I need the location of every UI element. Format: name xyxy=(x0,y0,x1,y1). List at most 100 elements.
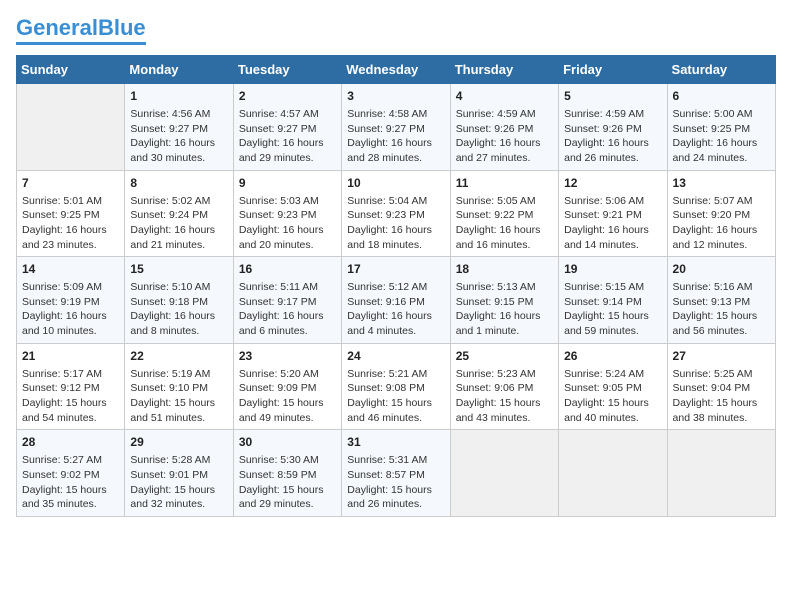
day-header-friday: Friday xyxy=(559,56,667,84)
calendar-cell: 28 Sunrise: 5:27 AM Sunset: 9:02 PM Dayli… xyxy=(17,430,125,517)
calendar-cell: 21 Sunrise: 5:17 AM Sunset: 9:12 PM Dayli… xyxy=(17,343,125,430)
calendar-cell: 24Sunrise: 5:21 AM Sunset: 9:08 PM Dayli… xyxy=(342,343,450,430)
calendar-cell: 16 Sunrise: 5:11 AM Sunset: 9:17 PM Dayli… xyxy=(233,257,341,344)
logo-text: GeneralBlue xyxy=(16,16,146,40)
day-number: 4 xyxy=(456,88,553,105)
day-content: Sunrise: 4:59 AM Sunset: 9:26 PM Dayligh… xyxy=(456,107,553,166)
calendar-week-2: 7 Sunrise: 5:01 AM Sunset: 9:25 PM Daylig… xyxy=(17,170,776,257)
calendar-cell: 7 Sunrise: 5:01 AM Sunset: 9:25 PM Daylig… xyxy=(17,170,125,257)
logo-blue: Blue xyxy=(98,15,146,40)
day-content: Sunrise: 5:10 AM Sunset: 9:18 PM Dayligh… xyxy=(130,280,227,339)
calendar-cell: 1 Sunrise: 4:56 AM Sunset: 9:27 PM Daylig… xyxy=(125,84,233,171)
day-number: 29 xyxy=(130,434,227,451)
calendar-cell xyxy=(17,84,125,171)
calendar-cell: 19Sunrise: 5:15 AM Sunset: 9:14 PM Dayli… xyxy=(559,257,667,344)
day-content: Sunrise: 5:13 AM Sunset: 9:15 PM Dayligh… xyxy=(456,280,553,339)
day-content: Sunrise: 5:15 AM Sunset: 9:14 PM Dayligh… xyxy=(564,280,661,339)
calendar-cell xyxy=(450,430,558,517)
calendar-cell: 30 Sunrise: 5:30 AM Sunset: 8:59 PM Dayli… xyxy=(233,430,341,517)
day-content: Sunrise: 5:30 AM Sunset: 8:59 PM Dayligh… xyxy=(239,453,336,512)
calendar-cell: 12 Sunrise: 5:06 AM Sunset: 9:21 PM Dayli… xyxy=(559,170,667,257)
day-number: 11 xyxy=(456,175,553,192)
day-content: Sunrise: 5:19 AM Sunset: 9:10 PM Dayligh… xyxy=(130,367,227,426)
calendar-cell: 22 Sunrise: 5:19 AM Sunset: 9:10 PM Dayli… xyxy=(125,343,233,430)
day-number: 18 xyxy=(456,261,553,278)
day-content: Sunrise: 5:11 AM Sunset: 9:17 PM Dayligh… xyxy=(239,280,336,339)
day-number: 1 xyxy=(130,88,227,105)
calendar-cell: 2 Sunrise: 4:57 AM Sunset: 9:27 PM Daylig… xyxy=(233,84,341,171)
day-content: Sunrise: 4:59 AM Sunset: 9:26 PM Dayligh… xyxy=(564,107,661,166)
logo-underline xyxy=(16,42,146,45)
day-content: Sunrise: 5:07 AM Sunset: 9:20 PM Dayligh… xyxy=(673,194,770,253)
day-number: 14 xyxy=(22,261,119,278)
day-number: 17 xyxy=(347,261,444,278)
calendar-table: SundayMondayTuesdayWednesdayThursdayFrid… xyxy=(16,55,776,517)
day-number: 13 xyxy=(673,175,770,192)
day-number: 12 xyxy=(564,175,661,192)
day-number: 16 xyxy=(239,261,336,278)
day-content: Sunrise: 5:03 AM Sunset: 9:23 PM Dayligh… xyxy=(239,194,336,253)
calendar-cell: 18 Sunrise: 5:13 AM Sunset: 9:15 PM Dayli… xyxy=(450,257,558,344)
day-number: 23 xyxy=(239,348,336,365)
day-content: Sunrise: 5:00 AM Sunset: 9:25 PM Dayligh… xyxy=(673,107,770,166)
calendar-cell: 5 Sunrise: 4:59 AM Sunset: 9:26 PM Daylig… xyxy=(559,84,667,171)
calendar-cell: 6 Sunrise: 5:00 AM Sunset: 9:25 PM Daylig… xyxy=(667,84,775,171)
day-content: Sunrise: 4:58 AM Sunset: 9:27 PM Dayligh… xyxy=(347,107,444,166)
day-number: 20 xyxy=(673,261,770,278)
day-number: 5 xyxy=(564,88,661,105)
logo: GeneralBlue xyxy=(16,16,146,45)
day-number: 9 xyxy=(239,175,336,192)
day-header-row: SundayMondayTuesdayWednesdayThursdayFrid… xyxy=(17,56,776,84)
day-content: Sunrise: 5:04 AM Sunset: 9:23 PM Dayligh… xyxy=(347,194,444,253)
day-content: Sunrise: 5:27 AM Sunset: 9:02 PM Dayligh… xyxy=(22,453,119,512)
day-header-monday: Monday xyxy=(125,56,233,84)
day-number: 7 xyxy=(22,175,119,192)
day-content: Sunrise: 5:25 AM Sunset: 9:04 PM Dayligh… xyxy=(673,367,770,426)
day-number: 28 xyxy=(22,434,119,451)
calendar-cell: 11Sunrise: 5:05 AM Sunset: 9:22 PM Dayli… xyxy=(450,170,558,257)
calendar-cell: 25 Sunrise: 5:23 AM Sunset: 9:06 PM Dayli… xyxy=(450,343,558,430)
day-content: Sunrise: 5:31 AM Sunset: 8:57 PM Dayligh… xyxy=(347,453,444,512)
calendar-cell: 31Sunrise: 5:31 AM Sunset: 8:57 PM Dayli… xyxy=(342,430,450,517)
day-number: 27 xyxy=(673,348,770,365)
calendar-week-3: 14Sunrise: 5:09 AM Sunset: 9:19 PM Dayli… xyxy=(17,257,776,344)
day-number: 10 xyxy=(347,175,444,192)
day-number: 25 xyxy=(456,348,553,365)
calendar-body: 1 Sunrise: 4:56 AM Sunset: 9:27 PM Daylig… xyxy=(17,84,776,517)
day-number: 2 xyxy=(239,88,336,105)
logo-general: General xyxy=(16,15,98,40)
day-content: Sunrise: 5:01 AM Sunset: 9:25 PM Dayligh… xyxy=(22,194,119,253)
calendar-cell: 3 Sunrise: 4:58 AM Sunset: 9:27 PM Daylig… xyxy=(342,84,450,171)
day-header-thursday: Thursday xyxy=(450,56,558,84)
calendar-cell: 14Sunrise: 5:09 AM Sunset: 9:19 PM Dayli… xyxy=(17,257,125,344)
day-header-wednesday: Wednesday xyxy=(342,56,450,84)
header: GeneralBlue xyxy=(16,16,776,45)
day-number: 21 xyxy=(22,348,119,365)
calendar-header: SundayMondayTuesdayWednesdayThursdayFrid… xyxy=(17,56,776,84)
day-content: Sunrise: 5:20 AM Sunset: 9:09 PM Dayligh… xyxy=(239,367,336,426)
calendar-week-4: 21 Sunrise: 5:17 AM Sunset: 9:12 PM Dayli… xyxy=(17,343,776,430)
day-number: 22 xyxy=(130,348,227,365)
day-number: 24 xyxy=(347,348,444,365)
day-content: Sunrise: 5:23 AM Sunset: 9:06 PM Dayligh… xyxy=(456,367,553,426)
day-number: 26 xyxy=(564,348,661,365)
day-number: 3 xyxy=(347,88,444,105)
day-number: 15 xyxy=(130,261,227,278)
calendar-cell: 29 Sunrise: 5:28 AM Sunset: 9:01 PM Dayli… xyxy=(125,430,233,517)
day-content: Sunrise: 5:17 AM Sunset: 9:12 PM Dayligh… xyxy=(22,367,119,426)
day-content: Sunrise: 5:02 AM Sunset: 9:24 PM Dayligh… xyxy=(130,194,227,253)
calendar-cell: 20Sunrise: 5:16 AM Sunset: 9:13 PM Dayli… xyxy=(667,257,775,344)
calendar-cell xyxy=(667,430,775,517)
day-number: 30 xyxy=(239,434,336,451)
day-number: 6 xyxy=(673,88,770,105)
day-content: Sunrise: 4:56 AM Sunset: 9:27 PM Dayligh… xyxy=(130,107,227,166)
day-content: Sunrise: 4:57 AM Sunset: 9:27 PM Dayligh… xyxy=(239,107,336,166)
day-content: Sunrise: 5:06 AM Sunset: 9:21 PM Dayligh… xyxy=(564,194,661,253)
calendar-cell: 15 Sunrise: 5:10 AM Sunset: 9:18 PM Dayli… xyxy=(125,257,233,344)
calendar-cell: 27 Sunrise: 5:25 AM Sunset: 9:04 PM Dayli… xyxy=(667,343,775,430)
calendar-cell: 4 Sunrise: 4:59 AM Sunset: 9:26 PM Daylig… xyxy=(450,84,558,171)
calendar-week-1: 1 Sunrise: 4:56 AM Sunset: 9:27 PM Daylig… xyxy=(17,84,776,171)
calendar-cell: 10 Sunrise: 5:04 AM Sunset: 9:23 PM Dayli… xyxy=(342,170,450,257)
day-content: Sunrise: 5:28 AM Sunset: 9:01 PM Dayligh… xyxy=(130,453,227,512)
calendar-cell xyxy=(559,430,667,517)
